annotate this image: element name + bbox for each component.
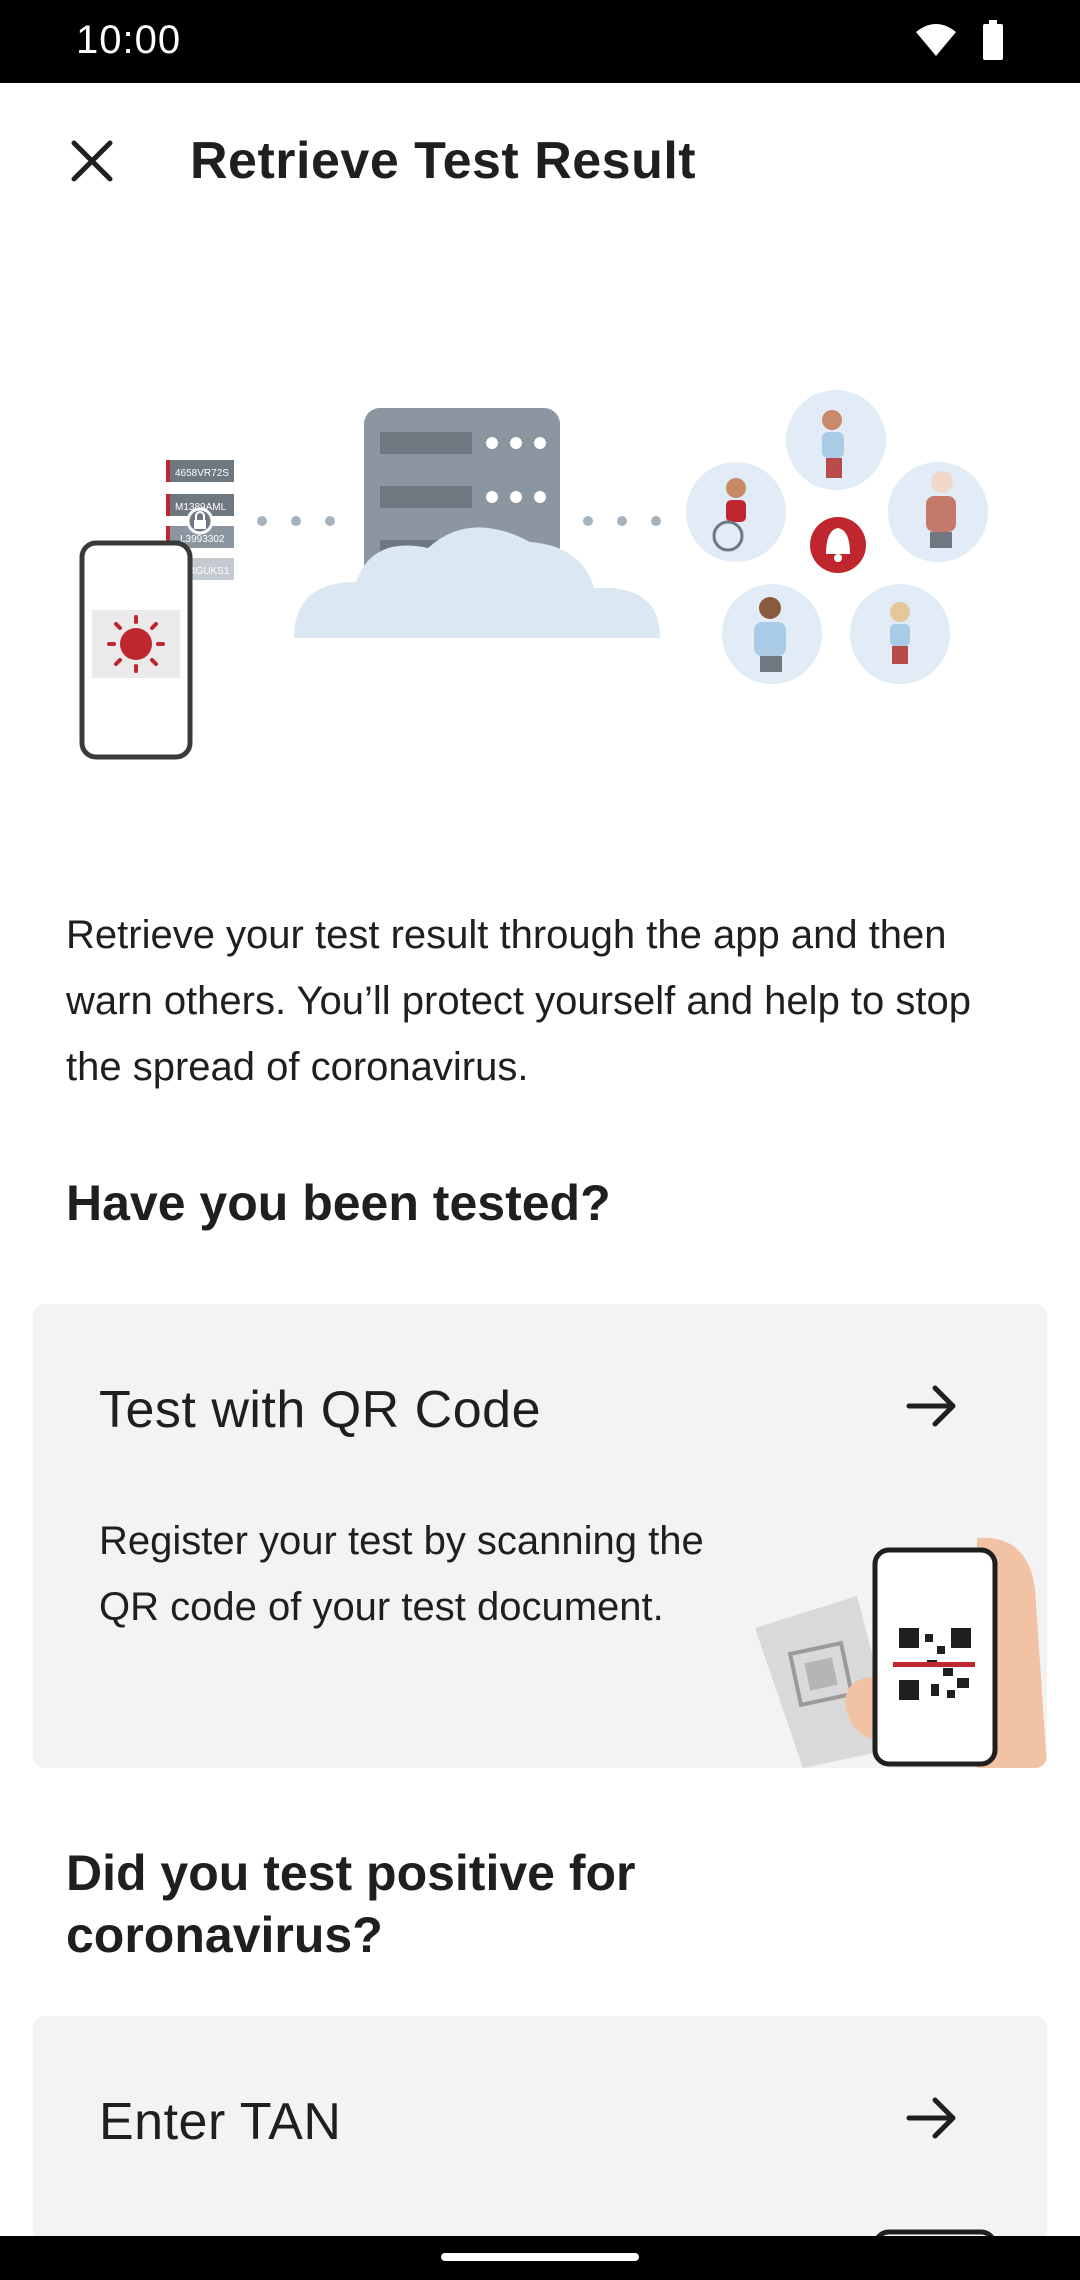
qr-scan-illustration bbox=[755, 1537, 1047, 1768]
arrow-right-icon bbox=[906, 2097, 956, 2139]
status-time: 10:00 bbox=[76, 18, 182, 62]
arrow-right-icon bbox=[906, 1385, 956, 1427]
close-button[interactable] bbox=[56, 125, 128, 197]
phone-icon bbox=[872, 1547, 998, 1767]
test-result-illustration: 4658VR72S M1389AML L3993302 4GUKS1 bbox=[79, 390, 988, 760]
status-bar: 10:00 bbox=[0, 0, 1080, 83]
close-icon bbox=[71, 140, 113, 182]
qr-code-card[interactable]: Test with QR Code Register your test by … bbox=[33, 1304, 1047, 1768]
cloud-icon bbox=[294, 527, 660, 638]
wifi-icon bbox=[916, 24, 956, 56]
card-title-tan: Enter TAN bbox=[99, 2093, 342, 2151]
section-title-tested: Have you been tested? bbox=[66, 1175, 611, 1231]
code-strip-4: 4GUKS1 bbox=[190, 566, 230, 577]
status-icons bbox=[914, 20, 1004, 60]
page-title: Retrieve Test Result bbox=[190, 132, 697, 190]
code-strip-3: L3993302 bbox=[180, 534, 225, 545]
battery-icon bbox=[983, 20, 1003, 60]
people-group bbox=[686, 390, 988, 684]
home-handle[interactable] bbox=[441, 2253, 639, 2261]
card-title-qr: Test with QR Code bbox=[99, 1381, 541, 1439]
section-title-positive: Did you test positive for coronavirus? bbox=[66, 1845, 636, 1963]
hero-illustration: 4658VR72S M1389AML L3993302 4GUKS1 bbox=[0, 360, 1080, 780]
navigation-bar bbox=[0, 2236, 1080, 2280]
code-strip-1: 4658VR72S bbox=[175, 468, 229, 479]
intro-text: Retrieve your test result through the ap… bbox=[66, 913, 971, 1089]
phone-icon bbox=[79, 540, 193, 760]
card-description-qr: Register your test by scanning the QR co… bbox=[99, 1519, 704, 1629]
app-bar: Retrieve Test Result bbox=[0, 83, 1080, 243]
bell-icon bbox=[810, 517, 866, 573]
